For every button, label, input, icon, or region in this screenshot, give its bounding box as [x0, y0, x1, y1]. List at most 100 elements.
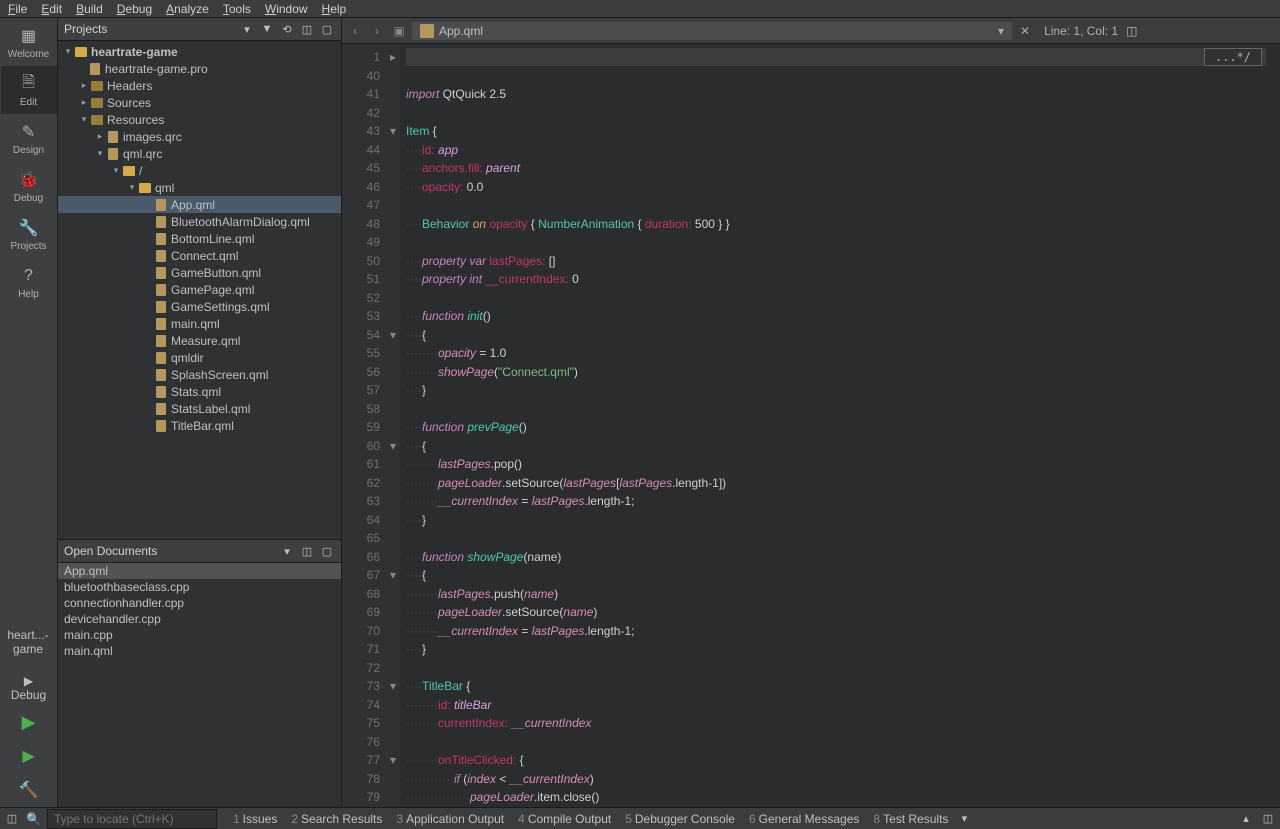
line-gutter: 1404142434445464748495051525354555657585… [342, 44, 386, 807]
nav-back[interactable]: ‹ [346, 22, 364, 40]
tree-file[interactable]: Stats.qml [58, 383, 341, 400]
mode-rail: ▦Welcome 🗎Edit ✎Design 🐞Debug 🔧Projects … [0, 18, 58, 807]
open-doc[interactable]: main.qml [58, 643, 341, 659]
tree-file[interactable]: Measure.qml [58, 332, 341, 349]
run-button[interactable]: ▶ [1, 705, 57, 739]
open-doc[interactable]: connectionhandler.cpp [58, 595, 341, 611]
project-tree[interactable]: ▾heartrate-game heartrate-game.pro ▸Head… [58, 41, 341, 539]
mode-edit[interactable]: 🗎Edit [1, 66, 57, 114]
menu-build[interactable]: Build [76, 2, 103, 15]
menu-debug[interactable]: Debug [117, 2, 152, 15]
code-editor[interactable]: 1404142434445464748495051525354555657585… [342, 44, 1280, 807]
filter-icon[interactable]: ▼ [259, 21, 275, 37]
split-editor-icon[interactable]: ◫ [1126, 24, 1137, 38]
mode-design[interactable]: ✎Design [1, 114, 57, 162]
grid-icon: ▦ [18, 25, 40, 47]
code-content[interactable]: /***************************************… [400, 44, 1280, 807]
projects-panel-header: Projects ▾ ▼ ⟲ ◫ ▢ [58, 18, 341, 41]
tree-file[interactable]: BottomLine.qml [58, 230, 341, 247]
tree-file[interactable]: Connect.qml [58, 247, 341, 264]
expand-icon[interactable]: ▴ [1238, 811, 1254, 827]
tree-file[interactable]: GamePage.qml [58, 281, 341, 298]
tree-file[interactable]: BluetoothAlarmDialog.qml [58, 213, 341, 230]
open-docs-title[interactable]: Open Documents [64, 544, 275, 558]
menu-tools[interactable]: Tools [223, 2, 251, 15]
status-tab-issues[interactable]: 1Issues [227, 810, 283, 828]
tree-file[interactable]: SplashScreen.qml [58, 366, 341, 383]
tab-label: App.qml [439, 24, 483, 38]
cursor-position: Line: 1, Col: 1 [1044, 24, 1118, 38]
file-icon [420, 24, 434, 38]
mode-projects[interactable]: 🔧Projects [1, 210, 57, 258]
menu-analyze[interactable]: Analyze [166, 2, 209, 15]
build-button[interactable]: 🔨 [1, 773, 57, 807]
locator-input[interactable] [47, 809, 217, 829]
wrench-icon: 🔧 [18, 217, 40, 239]
select-view-icon[interactable]: ▾ [239, 21, 255, 37]
split-icon[interactable]: ◫ [299, 21, 315, 37]
tree-sources[interactable]: ▸Sources [58, 94, 341, 111]
tree-file[interactable]: GameButton.qml [58, 264, 341, 281]
mode-debug[interactable]: 🐞Debug [1, 162, 57, 210]
status-tab-search-results[interactable]: 2Search Results [285, 810, 388, 828]
nav-forward[interactable]: › [368, 22, 386, 40]
play-icon: ▶ [22, 712, 36, 733]
tree-root[interactable]: ▾heartrate-game [58, 43, 341, 60]
mode-help[interactable]: ?Help [1, 258, 57, 306]
kit-selector[interactable]: heart...-game [0, 627, 56, 657]
tab-close[interactable]: ✕ [1016, 24, 1034, 38]
mode-welcome[interactable]: ▦Welcome [1, 18, 57, 66]
menu-file[interactable]: File [8, 2, 27, 15]
sync-icon[interactable]: ⟲ [279, 21, 295, 37]
menu-help[interactable]: Help [322, 2, 347, 15]
open-docs-header: Open Documents ▾ ◫ ▢ [58, 540, 341, 563]
fold-column[interactable]: ▸▾▾▾▾▾▾ [386, 44, 400, 807]
bookmark-icon[interactable]: ▣ [390, 22, 408, 40]
open-doc[interactable]: bluetoothbaseclass.cpp [58, 579, 341, 595]
tree-resources[interactable]: ▾Resources [58, 111, 341, 128]
select-view-icon[interactable]: ▾ [279, 543, 295, 559]
bug-icon: 🐞 [18, 169, 40, 191]
status-tab-general-messages[interactable]: 6General Messages [743, 810, 865, 828]
toggle-right-icon[interactable]: ◫ [1260, 811, 1276, 827]
collapsed-marker[interactable]: ...*/ [1204, 48, 1262, 66]
statusbar: ◫ 🔍 1Issues2Search Results3Application O… [0, 807, 1280, 829]
tree-file[interactable]: TitleBar.qml [58, 417, 341, 434]
tree-file[interactable]: GameSettings.qml [58, 298, 341, 315]
tree-file[interactable]: App.qml [58, 196, 341, 213]
tree-slash[interactable]: ▾/ [58, 162, 341, 179]
tree-images-qrc[interactable]: ▸images.qrc [58, 128, 341, 145]
tree-qml-qrc[interactable]: ▾qml.qrc [58, 145, 341, 162]
document-icon: 🗎 [18, 73, 40, 95]
status-tab-compile-output[interactable]: 4Compile Output [512, 810, 617, 828]
tree-qml-folder[interactable]: ▾qml [58, 179, 341, 196]
split-icon[interactable]: ◫ [299, 543, 315, 559]
open-doc[interactable]: devicehandler.cpp [58, 611, 341, 627]
debug-run-button[interactable]: ▶ [1, 739, 57, 773]
projects-panel-title[interactable]: Projects [64, 22, 235, 36]
editor-tab[interactable]: App.qml ▾ [412, 22, 1012, 40]
tree-file[interactable]: StatsLabel.qml [58, 400, 341, 417]
output-dropdown-icon[interactable]: ▾ [956, 811, 972, 827]
tree-headers[interactable]: ▸Headers [58, 77, 341, 94]
play-bug-icon: ▶ [22, 746, 34, 766]
toggle-sidebar-icon[interactable]: ◫ [4, 811, 20, 827]
close-panel-icon[interactable]: ▢ [319, 21, 335, 37]
pencil-icon: ✎ [18, 121, 40, 143]
kit-mode[interactable]: ▶Debug [1, 671, 57, 705]
open-doc[interactable]: App.qml [58, 563, 341, 579]
tree-file[interactable]: main.qml [58, 315, 341, 332]
status-tab-application-output[interactable]: 3Application Output [390, 810, 510, 828]
search-icon: 🔍 [26, 812, 41, 826]
tree-file[interactable]: qmldir [58, 349, 341, 366]
status-tab-test-results[interactable]: 8Test Results [867, 810, 954, 828]
status-tab-debugger-console[interactable]: 5Debugger Console [619, 810, 741, 828]
question-icon: ? [18, 265, 40, 287]
open-docs-list[interactable]: App.qml bluetoothbaseclass.cpp connectio… [58, 563, 341, 807]
close-panel-icon[interactable]: ▢ [319, 543, 335, 559]
tree-pro[interactable]: heartrate-game.pro [58, 60, 341, 77]
dropdown-icon[interactable]: ▾ [998, 24, 1004, 38]
menu-window[interactable]: Window [265, 2, 308, 15]
menu-edit[interactable]: Edit [41, 2, 62, 15]
open-doc[interactable]: main.cpp [58, 627, 341, 643]
